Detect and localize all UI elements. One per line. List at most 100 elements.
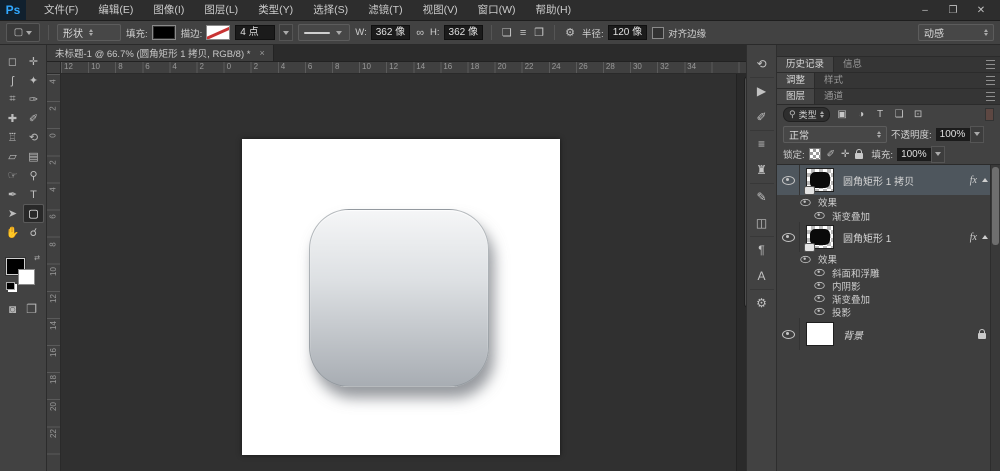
filter-toggle-icon[interactable] xyxy=(985,108,994,121)
stroke-width-field[interactable]: 4 点 xyxy=(235,25,275,40)
opacity-dropdown[interactable] xyxy=(970,126,984,143)
path-selection-tool[interactable]: ➤ xyxy=(2,204,23,223)
panel-menu-icon[interactable] xyxy=(986,89,1000,104)
menu-item[interactable]: 视图(V) xyxy=(413,0,468,20)
visibility-toggle[interactable] xyxy=(777,222,800,252)
healing-brush-tool[interactable]: ✚ xyxy=(2,109,23,128)
layer-row-rounded-rect-copy[interactable]: 圆角矩形 1 拷贝 fx xyxy=(777,165,1000,195)
collapse-effects-icon[interactable] xyxy=(982,178,988,182)
canvas-pasteboard[interactable] xyxy=(61,74,746,471)
layer-row-background[interactable]: 背景 xyxy=(777,318,1000,350)
menu-item[interactable]: 选择(S) xyxy=(303,0,358,20)
align-edges-checkbox[interactable] xyxy=(652,27,664,39)
clone-source-panel-icon[interactable]: ♜ xyxy=(750,157,774,184)
panel-menu-icon[interactable] xyxy=(986,57,1000,72)
tool-preset-picker[interactable]: ▢ xyxy=(6,23,40,42)
effects-header-row[interactable]: 效果 xyxy=(777,195,1000,209)
layer-name[interactable]: 圆角矩形 1 拷贝 xyxy=(843,173,914,188)
eyedropper-tool[interactable]: ✑ xyxy=(23,90,44,109)
layer-thumbnail[interactable] xyxy=(806,322,834,346)
eye-icon[interactable] xyxy=(814,282,824,289)
filter-shape-layers-icon[interactable]: ❏ xyxy=(892,109,907,120)
layer-comps-panel-icon[interactable]: ◫ xyxy=(750,210,774,237)
document-tab[interactable]: 未标题-1 @ 66.7% (圆角矩形 1 拷贝, RGB/8) * × xyxy=(47,45,274,61)
panel-tab[interactable]: 图层 xyxy=(777,89,815,104)
panel-tab[interactable]: 样式 xyxy=(815,73,852,88)
gear-icon[interactable]: ⚙ xyxy=(563,26,577,39)
menu-item[interactable]: 文件(F) xyxy=(34,0,88,20)
width-field[interactable]: 362 像 xyxy=(371,25,410,40)
layers-scrollbar[interactable] xyxy=(990,165,1000,471)
visibility-toggle[interactable] xyxy=(777,165,800,195)
layer-thumbnail[interactable] xyxy=(806,168,834,192)
fill-opacity-field[interactable]: 100% xyxy=(897,148,931,161)
path-operations-icon[interactable]: ❏ xyxy=(500,26,514,39)
height-field[interactable]: 362 像 xyxy=(444,25,483,40)
menu-item[interactable]: 图像(I) xyxy=(143,0,194,20)
layer-filter-type-select[interactable]: ⚲ 类型 xyxy=(783,107,830,122)
hand-tool[interactable]: ✋ xyxy=(2,223,23,242)
eye-icon[interactable] xyxy=(814,295,824,302)
radius-field[interactable]: 120 像 xyxy=(608,25,647,40)
panel-tab[interactable]: 调整 xyxy=(777,73,815,88)
tab-close-icon[interactable]: × xyxy=(259,48,264,58)
visibility-toggle[interactable] xyxy=(777,318,800,350)
opacity-field[interactable]: 100% xyxy=(936,128,970,141)
rounded-rectangle-tool[interactable]: ▢ xyxy=(23,204,44,223)
menu-item[interactable]: 窗口(W) xyxy=(468,0,526,20)
background-color-swatch[interactable] xyxy=(18,269,35,285)
type-tool[interactable]: T xyxy=(23,185,44,204)
effect-row-drop-shadow[interactable]: 投影 xyxy=(777,305,1000,318)
smudge-tool[interactable]: ☞ xyxy=(2,166,23,185)
gradient-tool[interactable]: ▤ xyxy=(23,147,44,166)
layer-name[interactable]: 背景 xyxy=(843,327,863,342)
workspace-switcher[interactable]: 动感 xyxy=(918,24,994,41)
filter-type-layers-icon[interactable]: T xyxy=(873,109,888,120)
magic-wand-tool[interactable]: ✦ xyxy=(23,71,44,90)
menu-item[interactable]: 帮助(H) xyxy=(526,0,582,20)
fill-color-swatch[interactable] xyxy=(152,25,176,40)
effect-row-inner-shadow[interactable]: 内阴影 xyxy=(777,279,1000,292)
effects-header-row[interactable]: 效果 xyxy=(777,252,1000,266)
eye-icon[interactable] xyxy=(814,308,824,315)
scrollbar-thumb[interactable] xyxy=(992,167,999,245)
move-tool[interactable]: ✛ xyxy=(23,52,44,71)
default-colors-icon[interactable] xyxy=(6,282,15,290)
quick-mask-icon[interactable]: ◙ xyxy=(9,302,16,316)
layer-thumbnail[interactable] xyxy=(806,225,834,249)
paragraph-panel-icon[interactable]: ¶ xyxy=(750,237,774,263)
tool-mode-select[interactable]: 形状 xyxy=(57,24,121,41)
panel-tab[interactable]: 历史记录 xyxy=(777,57,834,72)
panel-tab[interactable]: 信息 xyxy=(834,57,871,72)
properties-panel-icon[interactable]: ≡ xyxy=(750,131,774,157)
brush-tool[interactable]: ✐ xyxy=(23,109,44,128)
zoom-tool[interactable]: ☌ xyxy=(23,223,44,242)
effect-row-gradient-overlay[interactable]: 渐变叠加 xyxy=(777,209,1000,222)
eye-icon[interactable] xyxy=(800,198,810,205)
close-button[interactable]: ✕ xyxy=(972,5,990,16)
filter-pixel-layers-icon[interactable]: ▣ xyxy=(835,109,850,120)
swap-colors-icon[interactable]: ⇄ xyxy=(34,254,40,262)
history-panel-icon[interactable]: ⟲ xyxy=(750,51,774,78)
screen-mode-icon[interactable]: ❐ xyxy=(26,302,37,316)
blend-mode-select[interactable]: 正常 xyxy=(783,126,887,143)
rounded-rectangle-shape[interactable] xyxy=(309,209,489,387)
layer-row-rounded-rect[interactable]: 圆角矩形 1 fx xyxy=(777,222,1000,252)
effect-row-bevel-emboss[interactable]: 斜面和浮雕 xyxy=(777,266,1000,279)
eye-icon[interactable] xyxy=(814,269,824,276)
path-alignment-icon[interactable]: ≡ xyxy=(518,27,528,39)
notes-panel-icon[interactable]: ✎ xyxy=(750,184,774,210)
restore-button[interactable]: ❐ xyxy=(944,5,962,16)
lasso-tool[interactable]: ʃ xyxy=(2,71,23,90)
link-dimensions-icon[interactable]: ∞ xyxy=(414,27,426,39)
effect-row-gradient-overlay[interactable]: 渐变叠加 xyxy=(777,292,1000,305)
path-arrange-icon[interactable]: ❐ xyxy=(532,26,546,39)
actions-panel-icon[interactable]: ▶ xyxy=(750,78,774,104)
scrollbar-thumb[interactable] xyxy=(744,76,746,308)
canvas-vertical-scrollbar[interactable] xyxy=(736,74,746,471)
layer-fx-icon[interactable]: fx xyxy=(970,175,982,186)
menu-item[interactable]: 编辑(E) xyxy=(88,0,143,20)
filter-smart-objects-icon[interactable]: ⊡ xyxy=(911,109,926,120)
lock-transparency-icon[interactable] xyxy=(809,148,821,160)
dodge-tool[interactable]: ⚲ xyxy=(23,166,44,185)
